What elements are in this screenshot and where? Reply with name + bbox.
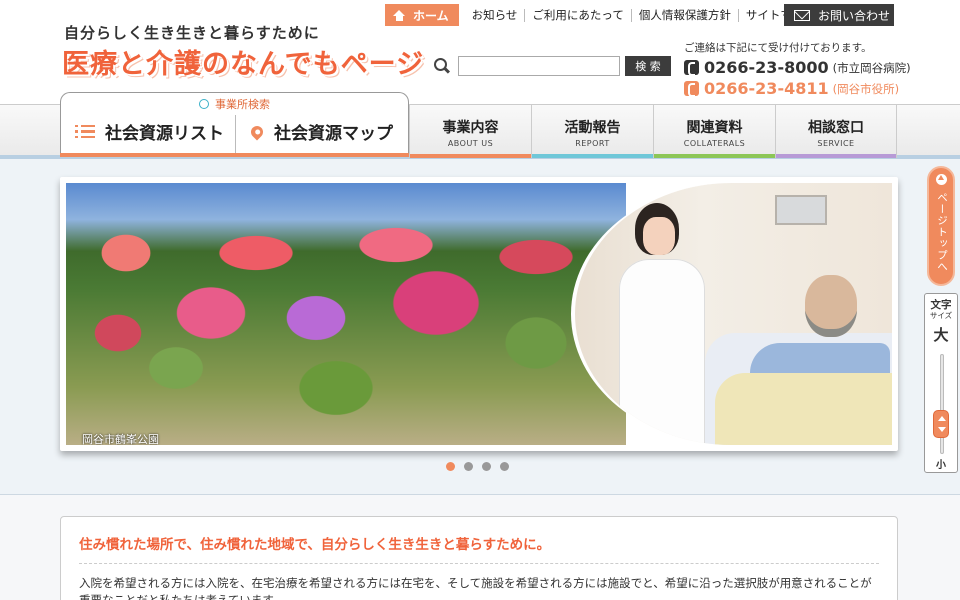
facility-search-label: 事業所検索	[215, 98, 270, 111]
site-tagline: 自分らしく生き生きと暮らすために	[64, 24, 320, 42]
phone-icon	[684, 81, 699, 97]
nav-label: 関連資料	[686, 120, 743, 136]
slider-dot[interactable]	[500, 462, 509, 471]
facility-search-link[interactable]: 事業所検索	[61, 96, 408, 112]
resource-map-link[interactable]: 社会資源マップ	[248, 119, 393, 144]
contact-note: ご連絡は下記にて受け付けております。	[684, 42, 872, 54]
page-top-button[interactable]: ページトップへ	[927, 166, 955, 286]
phone-org: (市立岡谷病院)	[832, 60, 911, 75]
nav-about[interactable]: 事業内容 ABOUT US	[409, 104, 531, 158]
topnav-privacy[interactable]: 個人情報保護方針	[632, 8, 739, 22]
map-pin-icon	[248, 123, 266, 140]
nav-color-bar	[410, 154, 531, 158]
font-size-title: 文字	[930, 299, 952, 311]
phone-icon	[684, 60, 699, 76]
nav-label: 相談窓口	[808, 120, 864, 136]
nav-color-bar	[776, 154, 896, 158]
wall-panel	[775, 195, 827, 225]
slider-dot[interactable]	[482, 462, 491, 471]
phone-row-hospital: 0266-23-8000 (市立岡谷病院)	[684, 57, 944, 78]
search-icon	[434, 58, 450, 74]
contact-info: ご連絡は下記にて受け付けております。 0266-23-8000 (市立岡谷病院)…	[684, 40, 944, 99]
arrow-up-icon	[936, 174, 947, 185]
nav-label: 事業内容	[442, 120, 499, 136]
divider	[235, 115, 236, 153]
font-size-control: 文字 サイズ 大 小	[924, 293, 958, 473]
resource-tab-box: 事業所検索 社会資源リスト 社会資源マップ	[60, 92, 409, 157]
font-size-track[interactable]	[940, 354, 944, 454]
nav-color-bar	[532, 154, 653, 158]
home-icon	[393, 9, 406, 21]
phone-number[interactable]: 0266-23-8000	[704, 58, 829, 77]
nav-color-bar	[654, 154, 775, 158]
site-logo[interactable]: 医療と介護のなんでもページ	[62, 42, 424, 81]
hero-slider[interactable]: 岡谷市鶴峯公園	[60, 177, 898, 451]
nav-report[interactable]: 活動報告 REPORT	[531, 104, 653, 158]
resource-map-label: 社会資源マップ	[274, 124, 393, 144]
resource-list-label: 社会資源リスト	[105, 124, 224, 144]
page-top-label: ページトップへ	[936, 192, 948, 273]
topnav-guide[interactable]: ご利用にあたって	[525, 8, 632, 22]
search-input[interactable]	[458, 56, 620, 76]
search-icon	[199, 99, 209, 109]
blanket	[715, 373, 892, 445]
nav-sublabel: REPORT	[575, 139, 610, 148]
nurse-uniform	[619, 259, 705, 445]
font-size-slider-thumb[interactable]	[933, 410, 949, 438]
nav-sublabel: SERVICE	[817, 139, 855, 148]
topnav-news[interactable]: お知らせ	[465, 8, 526, 22]
photo-caption: 岡谷市鶴峯公園	[82, 433, 159, 445]
intro-body: 入院を希望される方には入院を、在宅治療を希望される方には在宅を、そして施設を希望…	[79, 576, 872, 600]
nurse-patient-photo	[571, 183, 892, 445]
list-icon	[75, 124, 95, 139]
nav-collaterals[interactable]: 関連資料 COLLATERALS	[653, 104, 775, 158]
contact-button[interactable]: お問い合わせ	[784, 4, 894, 26]
phone-number[interactable]: 0266-23-4811	[704, 79, 829, 98]
home-button[interactable]: ホーム	[385, 4, 459, 26]
mail-icon	[794, 9, 810, 21]
phone-row-cityhall: 0266-23-4811 (岡谷市役所)	[684, 78, 944, 99]
top-nav: ホーム お知らせ ご利用にあたって 個人情報保護方針 サイトマップ	[385, 4, 822, 26]
contact-label: お問い合わせ	[818, 8, 891, 23]
site-header: 自分らしく生き生きと暮らすために 医療と介護のなんでもページ ホーム お知らせ …	[0, 0, 960, 104]
patient-head	[805, 275, 857, 337]
slider-dot[interactable]	[464, 462, 473, 471]
intro-heading: 住み慣れた場所で、住み慣れた地域で、自分らしく生き生きと暮らすために。	[79, 533, 879, 564]
slider-dot[interactable]	[446, 462, 455, 471]
font-size-small[interactable]: 小	[925, 456, 957, 471]
nav-service[interactable]: 相談窓口 SERVICE	[775, 104, 897, 158]
search-button[interactable]: 検 索	[625, 56, 671, 76]
slider-dots	[446, 462, 509, 471]
nurse	[611, 203, 705, 445]
home-label: ホーム	[413, 8, 449, 23]
nav-sublabel: COLLATERALS	[683, 139, 746, 148]
font-size-large[interactable]: 大	[925, 324, 957, 345]
park-azalea-photo: 岡谷市鶴峯公園	[66, 183, 626, 445]
nurse-face	[643, 217, 675, 255]
site-search: 検 索	[434, 56, 671, 76]
resource-list-link[interactable]: 社会資源リスト	[75, 119, 224, 144]
nav-label: 活動報告	[564, 120, 621, 136]
phone-org: (岡谷市役所)	[832, 81, 900, 96]
intro-box: 住み慣れた場所で、住み慣れた地域で、自分らしく生き生きと暮らすために。 入院を希…	[60, 516, 898, 600]
font-size-subtitle: サイズ	[929, 311, 953, 320]
nav-sublabel: ABOUT US	[447, 139, 494, 148]
